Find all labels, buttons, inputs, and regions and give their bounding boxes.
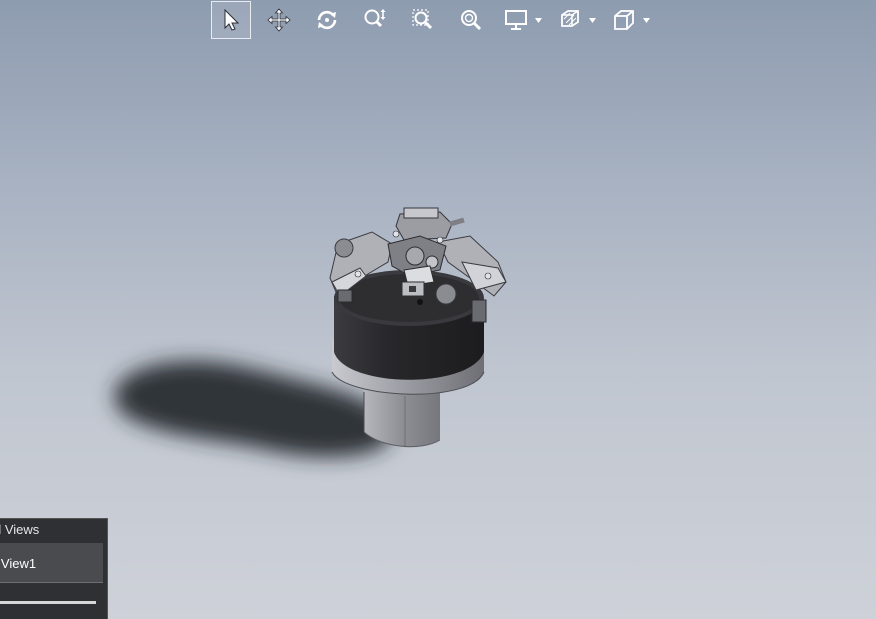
section-view-dropdown[interactable]: [553, 1, 597, 39]
pan-icon: [267, 8, 291, 32]
named-view-label: lView1: [0, 556, 37, 571]
named-views-title: d Views: [0, 522, 106, 537]
section-view-button[interactable]: [553, 1, 587, 39]
zoom-to-fit-button[interactable]: [451, 1, 491, 39]
section-view-icon: [561, 10, 579, 27]
select-arrow-icon: [224, 8, 240, 31]
panel-scrollbar[interactable]: [0, 601, 96, 604]
chevron-down-icon: [642, 17, 650, 23]
display-style-dropdown[interactable]: [499, 1, 543, 39]
3d-model-view[interactable]: [0, 0, 876, 619]
heads-up-view-toolbar: [211, 0, 661, 40]
zoom-to-fit-icon: [461, 10, 482, 31]
view-orientation-dropdown[interactable]: [607, 1, 651, 39]
view-orientation-button[interactable]: [607, 1, 641, 39]
rotate-button[interactable]: [307, 1, 347, 39]
named-views-title-text: d Views: [0, 522, 40, 537]
graphics-viewport[interactable]: d Views lView1: [0, 0, 876, 619]
select-button[interactable]: [211, 1, 251, 39]
view-orientation-caret[interactable]: [641, 15, 651, 25]
rotate-icon: [317, 10, 337, 30]
named-views-panel: d Views lView1: [0, 518, 108, 619]
view-orientation-cube-icon: [614, 10, 634, 30]
display-style-button[interactable]: [499, 1, 533, 39]
zoom-in-out-button[interactable]: [355, 1, 395, 39]
section-view-caret[interactable]: [587, 15, 597, 25]
zoom-to-area-icon: [412, 9, 433, 30]
display-style-caret[interactable]: [533, 15, 543, 25]
pan-button[interactable]: [259, 1, 299, 39]
zoom-in-out-icon: [364, 9, 386, 28]
model-shaft: [363, 390, 441, 448]
named-view-item[interactable]: lView1: [0, 543, 103, 583]
chevron-down-icon: [534, 17, 542, 23]
chevron-down-icon: [588, 17, 596, 23]
zoom-to-area-button[interactable]: [403, 1, 443, 39]
display-style-icon: [505, 10, 527, 30]
